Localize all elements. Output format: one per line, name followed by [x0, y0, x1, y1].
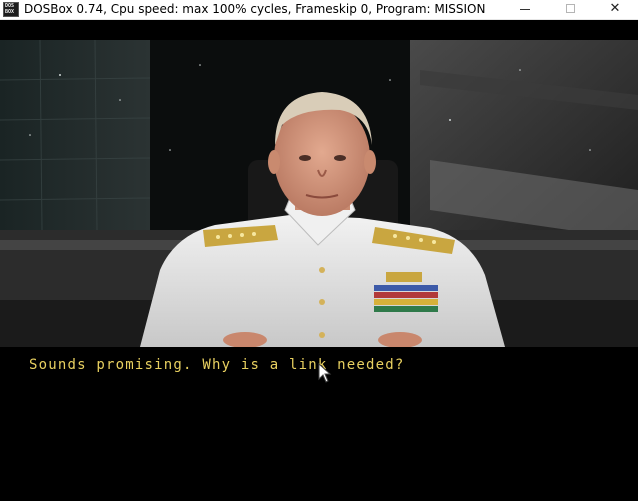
app-icon-text-bottom: BOX — [5, 9, 15, 15]
close-button[interactable]: ✕ — [592, 0, 638, 19]
dosbox-app-icon[interactable]: DOS BOX — [3, 2, 19, 17]
maximize-icon — [566, 4, 575, 13]
dialogue-text: Sounds promising. Why is a link needed? — [29, 357, 405, 373]
minimize-button[interactable] — [502, 0, 548, 19]
game-viewport[interactable]: Sounds promising. Why is a link needed? — [0, 20, 638, 501]
window-title: DOSBox 0.74, Cpu speed: max 100% cycles,… — [24, 2, 486, 16]
minimize-icon — [520, 9, 530, 10]
admiral-video-frame — [0, 40, 638, 347]
mouse-cursor-icon — [318, 363, 332, 383]
maximize-button[interactable] — [548, 0, 594, 19]
close-icon: ✕ — [609, 1, 621, 16]
window-titlebar[interactable]: DOS BOX DOSBox 0.74, Cpu speed: max 100%… — [0, 0, 638, 20]
